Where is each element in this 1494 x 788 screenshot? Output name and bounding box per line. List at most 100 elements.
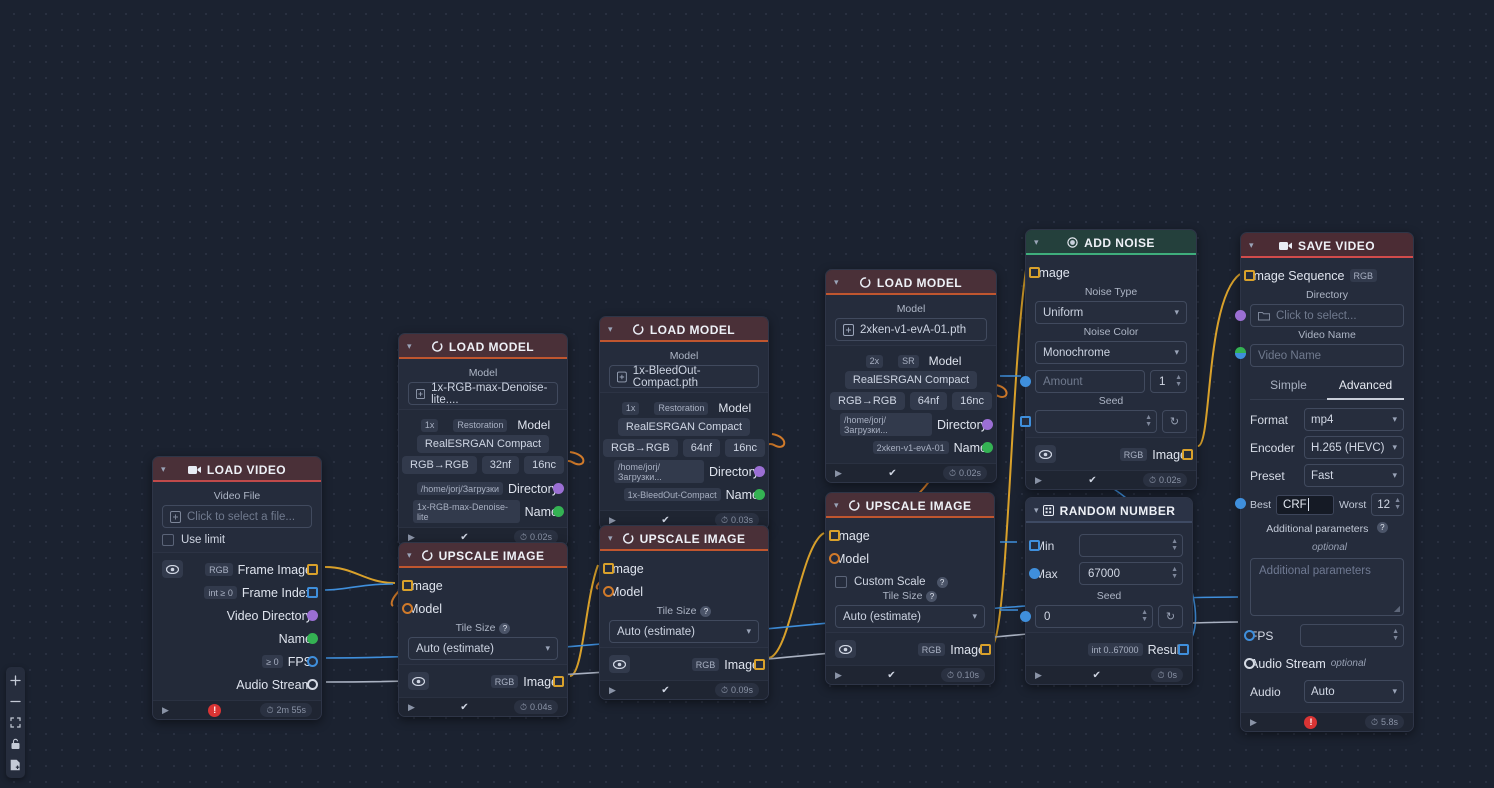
node-header-random-number[interactable]: ▾ RANDOM NUMBER: [1026, 498, 1192, 523]
reroll-seed-icon[interactable]: ↻: [1162, 410, 1187, 433]
handle-model-in[interactable]: [603, 586, 614, 597]
preview-eye-icon[interactable]: [408, 672, 429, 690]
run-node-icon[interactable]: ▶: [835, 670, 842, 681]
preview-eye-icon[interactable]: [609, 655, 630, 673]
node-load-video[interactable]: ▾ LOAD VIDEO Video File Click to select …: [152, 456, 322, 720]
run-node-icon[interactable]: ▶: [408, 702, 415, 713]
handle-fps[interactable]: [307, 656, 318, 667]
video-name-row[interactable]: Video Name: [1235, 344, 1404, 367]
directory-row[interactable]: Click to select...: [1235, 304, 1404, 327]
collapse-chevron-icon[interactable]: ▾: [834, 275, 839, 289]
handle-model-in[interactable]: [402, 603, 413, 614]
output-name[interactable]: 2xken-v1-evA-01 Name: [835, 436, 993, 459]
tile-size-select[interactable]: Auto (estimate) ▾: [408, 637, 558, 660]
format-select[interactable]: mp4 ▾: [1304, 408, 1404, 431]
fit-view-icon[interactable]: [6, 712, 25, 733]
input-image[interactable]: Image: [829, 524, 985, 547]
collapse-chevron-icon[interactable]: ▾: [834, 498, 839, 512]
max-row[interactable]: Max 67000 ▲ ▼: [1029, 562, 1183, 585]
output-frame-image[interactable]: RGB Frame Image: [162, 558, 318, 581]
run-node-icon[interactable]: ▶: [408, 532, 415, 543]
node-header-save-video[interactable]: ▾ SAVE VIDEO: [1241, 233, 1413, 258]
output-image[interactable]: RGB Image: [609, 653, 765, 676]
node-header-upscale-2[interactable]: ▾ UPSCALE IMAGE: [600, 526, 768, 551]
audio-stream-row[interactable]: Audio Stream optional: [1244, 652, 1404, 675]
audio-select[interactable]: Auto ▾: [1304, 680, 1404, 703]
preset-row[interactable]: Preset Fast ▾: [1250, 464, 1404, 487]
amount-input[interactable]: Amount: [1035, 370, 1145, 393]
collapse-chevron-icon[interactable]: ▾: [1034, 235, 1039, 249]
handle-video-directory[interactable]: [307, 610, 318, 621]
output-image[interactable]: RGB Image: [408, 670, 564, 693]
help-icon[interactable]: ?: [700, 605, 712, 617]
handle-directory-in[interactable]: [1235, 310, 1246, 321]
stepper-arrows-icon[interactable]: ▲ ▼: [1171, 566, 1178, 580]
node-upscale-image-1[interactable]: ▾ UPSCALE IMAGE Image Model Tile Size? A…: [398, 542, 568, 717]
amount-stepper[interactable]: 1 ▲ ▼: [1150, 370, 1187, 393]
preview-eye-icon[interactable]: [162, 560, 183, 578]
handle-model-in[interactable]: [829, 553, 840, 564]
video-file-input[interactable]: Click to select a file...: [162, 505, 312, 528]
collapse-chevron-icon[interactable]: ▾: [407, 548, 412, 562]
handle-result-out[interactable]: [1178, 644, 1189, 655]
custom-scale-checkbox[interactable]: [835, 576, 847, 588]
output-directory[interactable]: /home/jorj/Загрузки... Directory: [835, 413, 993, 436]
fps-row[interactable]: FPS ▲ ▼: [1244, 624, 1404, 647]
node-load-model-1[interactable]: ▾ LOAD MODEL Model 1x-RGB-max-Denoise-li…: [398, 333, 568, 547]
format-row[interactable]: Format mp4 ▾: [1250, 408, 1404, 431]
handle-name[interactable]: [982, 442, 993, 453]
handle-crf-in[interactable]: [1235, 498, 1246, 509]
handle-directory[interactable]: [982, 419, 993, 430]
handle-frame-index[interactable]: [307, 587, 318, 598]
model-file-input[interactable]: 1x-BleedOut-Compact.pth: [609, 365, 759, 389]
node-header-load-video[interactable]: ▾ LOAD VIDEO: [153, 457, 321, 482]
tile-size-select[interactable]: Auto (estimate) ▾: [609, 620, 759, 643]
collapse-chevron-icon[interactable]: ▾: [1034, 503, 1039, 517]
video-name-input[interactable]: Video Name: [1250, 344, 1404, 367]
save-video-tabs[interactable]: Simple Advanced: [1250, 373, 1404, 400]
error-badge[interactable]: !: [1304, 715, 1318, 729]
help-icon[interactable]: ?: [926, 590, 938, 602]
amount-row[interactable]: Amount 1 ▲ ▼: [1020, 370, 1187, 393]
handle-fps-in[interactable]: [1244, 630, 1255, 641]
handle-amount-in[interactable]: [1020, 376, 1031, 387]
run-node-icon[interactable]: ▶: [609, 685, 616, 696]
handle-name[interactable]: [553, 506, 564, 517]
crf-row[interactable]: Best CRF Worst 12 ▲ ▼: [1235, 493, 1404, 516]
handle-name[interactable]: [754, 489, 765, 500]
collapse-chevron-icon[interactable]: ▾: [1249, 238, 1254, 252]
preview-eye-icon[interactable]: [835, 640, 856, 658]
min-input[interactable]: ▲ ▼: [1079, 534, 1183, 557]
canvas-toolbar[interactable]: [6, 667, 25, 778]
collapse-chevron-icon[interactable]: ▾: [608, 322, 613, 336]
node-load-model-2[interactable]: ▾ LOAD MODEL Model 1x-BleedOut-Compact.p…: [599, 316, 769, 530]
input-model[interactable]: Model: [829, 547, 985, 570]
run-node-icon[interactable]: ▶: [162, 705, 169, 716]
stepper-arrows-icon[interactable]: ▲ ▼: [1171, 538, 1178, 552]
node-random-number[interactable]: ▾ RANDOM NUMBER Min ▲ ▼ Max 67000 ▲ ▼ Se…: [1020, 497, 1193, 685]
use-limit-checkbox[interactable]: [162, 534, 174, 546]
max-input[interactable]: 67000 ▲ ▼: [1079, 562, 1183, 585]
handle-audio-stream[interactable]: [307, 679, 318, 690]
handle-image-sequence-in[interactable]: [1244, 270, 1255, 281]
output-fps[interactable]: ≥ 0 FPS: [162, 650, 318, 673]
collapse-chevron-icon[interactable]: ▾: [407, 339, 412, 353]
stepper-arrows-icon[interactable]: ▲ ▼: [1141, 609, 1148, 623]
run-node-icon[interactable]: ▶: [1035, 670, 1042, 681]
encoder-select[interactable]: H.265 (HEVC) ▾: [1304, 436, 1404, 459]
directory-input[interactable]: Click to select...: [1250, 304, 1404, 327]
node-save-video[interactable]: ▾ SAVE VIDEO Image Sequence RGB Director…: [1235, 232, 1414, 732]
handle-seed-in[interactable]: [1020, 611, 1031, 622]
handle-image-in[interactable]: [829, 530, 840, 541]
handle-image-out[interactable]: [754, 659, 765, 670]
handle-image-in[interactable]: [603, 563, 614, 574]
preset-select[interactable]: Fast ▾: [1304, 464, 1404, 487]
add-node-icon[interactable]: [6, 754, 25, 775]
node-header-upscale-3[interactable]: ▾ UPSCALE IMAGE: [826, 493, 994, 518]
run-node-icon[interactable]: ▶: [1035, 475, 1042, 486]
output-name[interactable]: 1x-RGB-max-Denoise-lite Name: [408, 500, 564, 523]
min-row[interactable]: Min ▲ ▼: [1029, 534, 1183, 557]
handle-image-out[interactable]: [553, 676, 564, 687]
node-upscale-image-3[interactable]: ▾ UPSCALE IMAGE Image Model Custom Scale…: [825, 492, 995, 685]
crf-input[interactable]: CRF: [1276, 494, 1335, 515]
